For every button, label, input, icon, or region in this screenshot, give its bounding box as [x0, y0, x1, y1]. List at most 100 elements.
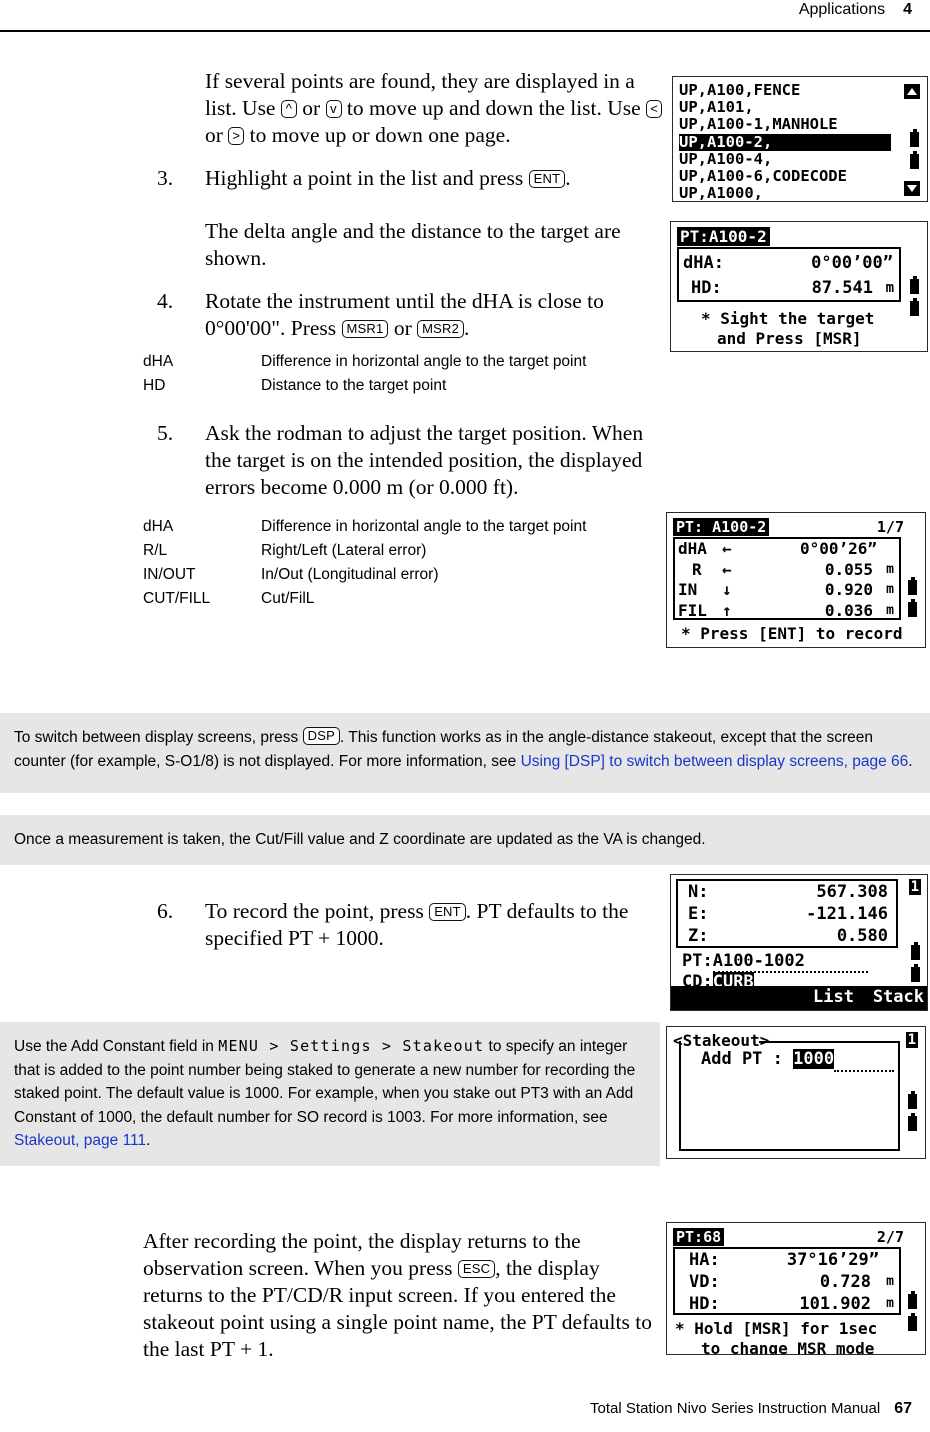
scroll-down-icon[interactable]: [904, 181, 920, 196]
field-value-z: 0.580: [836, 926, 888, 946]
manual-page: Applications 4 If several points are fou…: [0, 0, 930, 1432]
field-unit-hd: m: [886, 1296, 894, 1311]
screen-title: PT:A100-2: [677, 227, 770, 246]
footer-manual-title: Total Station Nivo Series Instruction Ma…: [590, 1400, 881, 1417]
battery-icon: [910, 276, 919, 294]
intro-text-c: to move up and down the list. Use: [341, 96, 647, 120]
step-3-number: 3.: [157, 166, 174, 190]
note2-text: Once a measurement is taken, the Cut/Fil…: [14, 831, 706, 848]
note3-text-c: .: [146, 1132, 151, 1149]
key-right-icon: >: [228, 127, 245, 145]
scroll-up-icon[interactable]: [904, 84, 920, 99]
page-footer: Total Station Nivo Series Instruction Ma…: [0, 1400, 930, 1418]
direction-arrow-icon: ←: [722, 559, 732, 579]
battery-icon: [908, 599, 917, 617]
key-ent-icon: ENT: [528, 170, 566, 188]
definition-desc: Difference in horizontal angle to the ta…: [261, 518, 587, 535]
definition-desc: Difference in horizontal angle to the ta…: [261, 353, 587, 370]
screen-title: PT:68: [673, 1228, 725, 1246]
definition-row: dHA Difference in horizontal angle to th…: [143, 515, 663, 539]
list-item[interactable]: UP,A100-6,CODECODE: [679, 167, 891, 185]
step-3-result: The delta angle and the distance to the …: [143, 218, 663, 272]
definition-row: CUT/FILL Cut/FilL: [143, 587, 663, 611]
list-item[interactable]: UP,A100-1,MANHOLE: [679, 116, 891, 133]
battery-icon: [908, 1313, 917, 1331]
softkey-stack[interactable]: Stack: [873, 987, 924, 1007]
softkey-list[interactable]: List: [813, 987, 854, 1007]
key-dsp-icon: DSP: [302, 727, 340, 745]
battery-icon: [908, 1113, 917, 1131]
hint-line-1: * Hold [MSR] for 1sec: [675, 1319, 878, 1338]
key-msr2-icon: MSR2: [417, 320, 465, 338]
definition-term: dHA: [143, 518, 174, 535]
list-item[interactable]: UP,A1000,: [679, 185, 891, 201]
intro-text-d: or: [205, 123, 229, 147]
definition-term: CUT/FILL: [143, 590, 211, 607]
key-ent-icon: ENT: [429, 903, 466, 921]
screenshot-stakeout-settings: <Stakeout> Add PT : 1000 1: [666, 1026, 926, 1159]
screenshot-stakeout-errors: PT: A100-2 1/7 dHA ← 0°00’26” R ← 0.055 …: [666, 512, 926, 648]
hint-line-2: to change MSR mode: [701, 1339, 875, 1355]
note3-text-a: Use the Add Constant field in: [14, 1038, 219, 1055]
field-label-rl: R: [692, 559, 702, 579]
screenshot-observation: PT:68 2/7 HA: 37°16’29” VD: 0.728 m HD: …: [666, 1222, 926, 1355]
step-6: 6. To record the point, press ENT. PT de…: [143, 898, 663, 952]
field-value-hd: 101.902: [799, 1294, 871, 1314]
field-value-fill: 0.036: [824, 600, 873, 620]
note3-menu-path: MENU > Settings > Stakeout: [218, 1037, 485, 1055]
page-badge: 1: [908, 879, 921, 895]
battery-icon: [910, 129, 919, 147]
note1-cross-reference-link[interactable]: Using [DSP] to switch between display sc…: [521, 753, 909, 770]
definition-desc: Distance to the target point: [261, 377, 447, 394]
battery-icon: [911, 964, 920, 982]
intro-text-b: or: [296, 96, 326, 120]
list-item[interactable]: UP,A101,: [679, 99, 891, 116]
note1-text-c: .: [908, 752, 913, 770]
field-label-inout: IN: [678, 580, 698, 599]
screen-counter: 1/7: [876, 518, 904, 536]
step-3-text-a: Highlight a point in the list and press: [205, 166, 529, 190]
page-badge: 1: [905, 1032, 918, 1048]
field-label-n: N:: [688, 882, 709, 902]
step-5-number: 5.: [157, 421, 174, 445]
field-label-dha: dHA: [678, 539, 707, 558]
field-value-ha: 37°16’29”: [786, 1250, 879, 1270]
definition-list-2: dHA Difference in horizontal angle to th…: [143, 515, 663, 611]
battery-icon: [908, 1291, 917, 1309]
note3-cross-reference-link[interactable]: Stakeout, page 111: [14, 1132, 146, 1149]
key-msr1-icon: MSR1: [341, 320, 389, 338]
field-value-add-pt[interactable]: 1000: [793, 1049, 835, 1069]
definition-row: dHA Difference in horizontal angle to th…: [143, 350, 663, 374]
field-value-dha: 0°00’00”: [811, 253, 893, 273]
intro-text-e: to move up or down one page.: [244, 123, 511, 147]
definition-row: HD Distance to the target point: [143, 374, 663, 398]
field-label-vd: VD:: [689, 1272, 720, 1292]
battery-icon: [908, 577, 917, 595]
list-item[interactable]: UP,A100-4,: [679, 150, 891, 168]
hint-line: * Press [ENT] to record: [681, 624, 903, 643]
step-6-text-a: To record the point, press: [205, 899, 430, 923]
key-down-icon: v: [325, 100, 342, 118]
field-value-dha: 0°00’26”: [799, 539, 877, 558]
intro-paragraph: If several points are found, they are di…: [143, 68, 663, 149]
field-value-pt[interactable]: A100-1002: [712, 951, 868, 973]
field-label-hd: HD:: [689, 1294, 720, 1314]
direction-arrow-icon: ↑: [722, 600, 732, 620]
field-label-z: Z:: [688, 926, 709, 946]
step-6-number: 6.: [157, 899, 174, 923]
header-section: Applications: [798, 1, 886, 18]
definition-row: IN/OUT In/Out (Longitudinal error): [143, 563, 663, 587]
list-item[interactable]: UP,A100,FENCE: [679, 81, 891, 99]
field-unit-fill: m: [886, 602, 894, 618]
hint-line-2: and Press [MSR]: [717, 329, 862, 348]
closing-paragraph: After recording the point, the display r…: [143, 1228, 653, 1363]
note-cutfill-update: Once a measurement is taken, the Cut/Fil…: [0, 815, 930, 865]
definition-term: dHA: [143, 353, 174, 370]
field-label-e: E:: [688, 904, 709, 924]
list-item-selected[interactable]: UP,A100-2,: [679, 133, 891, 151]
step-4-number: 4.: [157, 289, 174, 313]
field-value-e: -121.146: [806, 904, 888, 924]
field-label-add-pt: Add PT :: [701, 1049, 783, 1069]
step-5-text: Ask the rodman to adjust the target posi…: [205, 421, 644, 499]
screen-counter: 2/7: [876, 1228, 904, 1246]
